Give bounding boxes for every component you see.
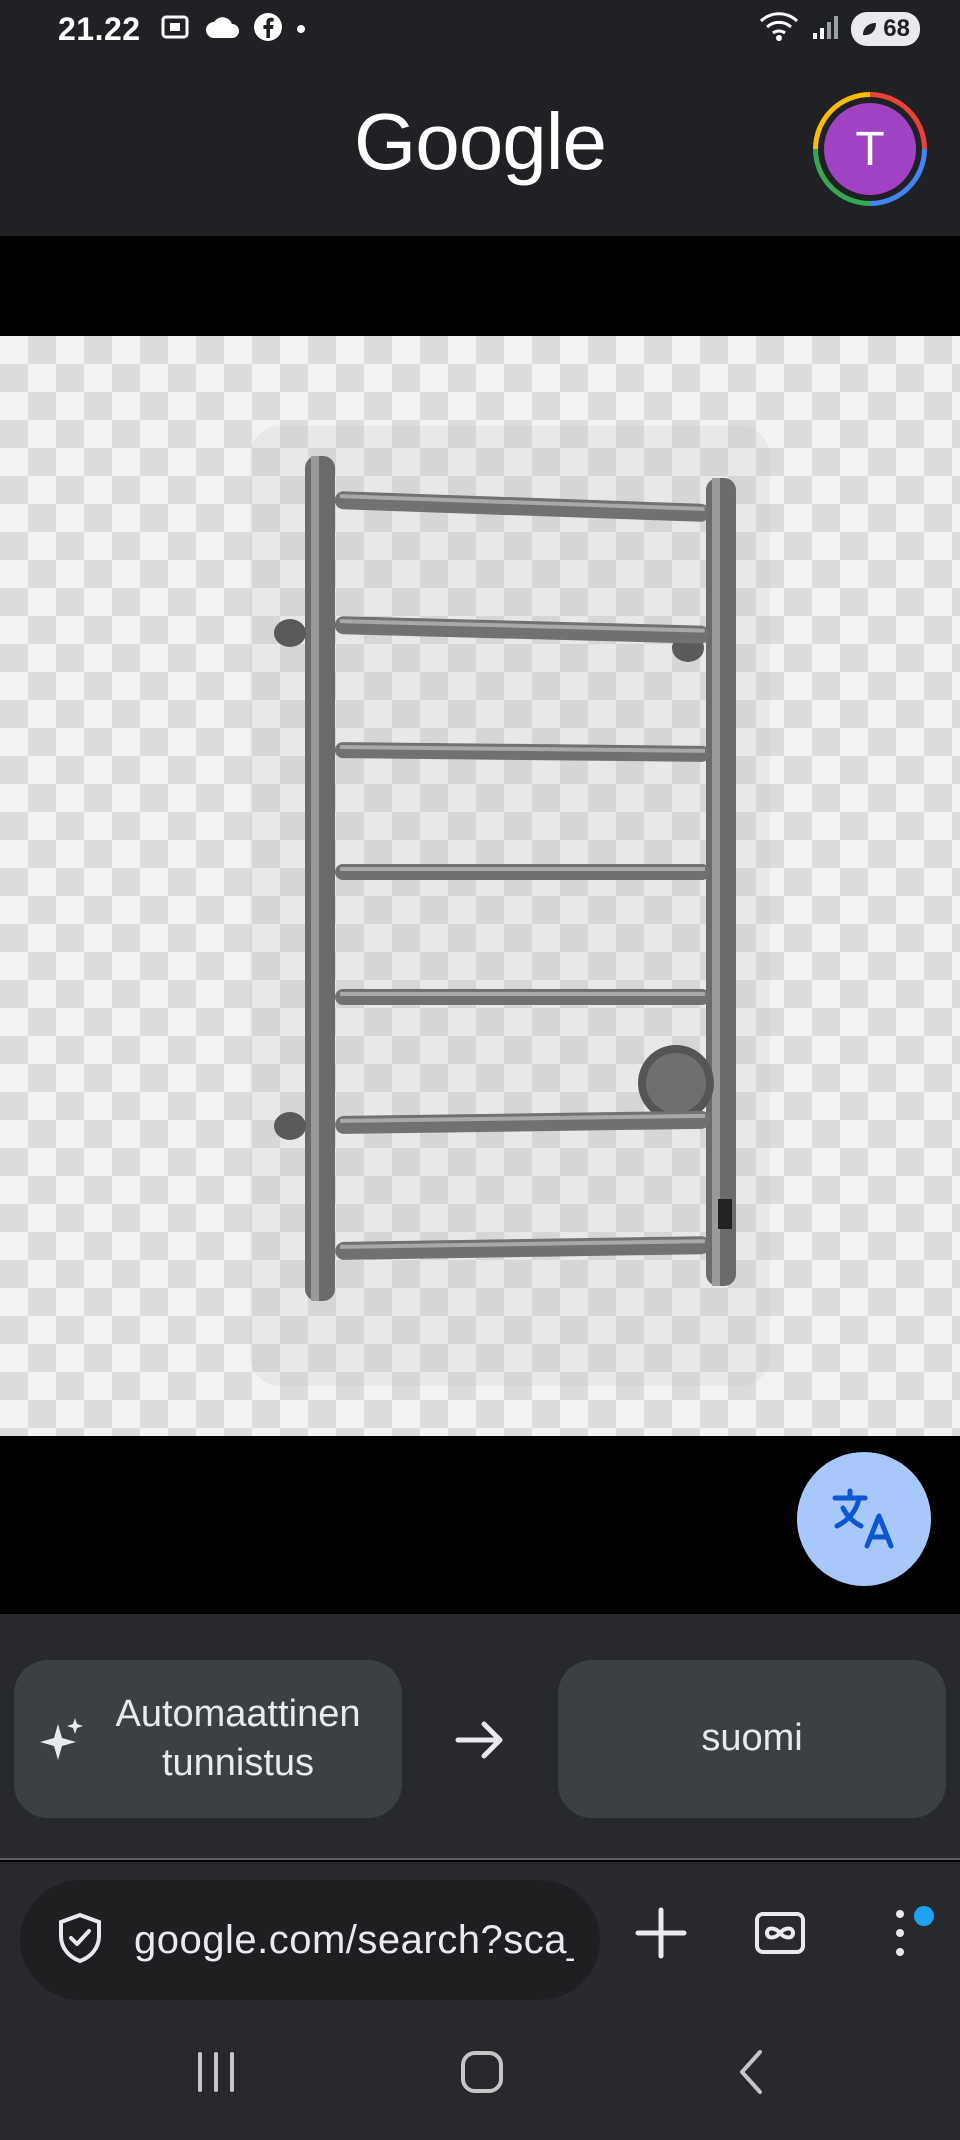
notification-dot <box>914 1906 934 1926</box>
arrow-right-icon <box>452 1712 508 1773</box>
dot-icon <box>296 25 305 33</box>
source-language-button[interactable]: Automaattinen tunnistus <box>14 1660 402 1818</box>
battery-level: 68 <box>883 15 910 42</box>
account-avatar-button[interactable]: T <box>813 92 927 206</box>
status-bar: 21.22 68 <box>0 0 960 58</box>
back-icon[interactable] <box>728 2048 776 2096</box>
target-language-label: suomi <box>701 1717 803 1760</box>
recents-icon[interactable] <box>192 2048 240 2096</box>
shield-check-icon[interactable] <box>56 1912 104 1969</box>
image-letterbox-top <box>0 236 960 336</box>
translate-button[interactable] <box>797 1452 931 1586</box>
facebook-icon <box>253 12 283 47</box>
battery-icon: 68 <box>851 12 920 46</box>
avatar: T <box>824 103 916 195</box>
tab-switcher-icon[interactable] <box>753 1906 807 1960</box>
system-nav-bar <box>0 2012 960 2140</box>
wifi-icon <box>759 11 799 48</box>
url-text: google.com/search?sca_esv <box>134 1917 574 1962</box>
status-time: 21.22 <box>58 10 141 47</box>
sparkle-icon <box>38 1716 86 1777</box>
status-icons-right: 68 <box>759 11 920 48</box>
header: Google T <box>0 58 960 236</box>
translate-icon <box>829 1482 899 1557</box>
language-bar: Automaattinen tunnistus suomi <box>0 1614 960 1860</box>
status-icons-left <box>159 11 305 48</box>
home-icon[interactable] <box>458 2048 506 2096</box>
signal-icon <box>811 13 839 46</box>
source-language-label: Automaattinen tunnistus <box>115 1692 361 1784</box>
new-tab-icon[interactable] <box>634 1906 688 1960</box>
browser-toolbar: google.com/search?sca_esv <box>0 1862 960 2012</box>
towel-rail-image <box>250 426 770 1386</box>
address-bar[interactable]: google.com/search?sca_esv <box>20 1880 600 2000</box>
cloud-icon <box>205 14 239 45</box>
target-language-button[interactable]: suomi <box>558 1660 946 1818</box>
screenshot-icon <box>159 11 191 48</box>
search-image[interactable] <box>0 336 960 1436</box>
